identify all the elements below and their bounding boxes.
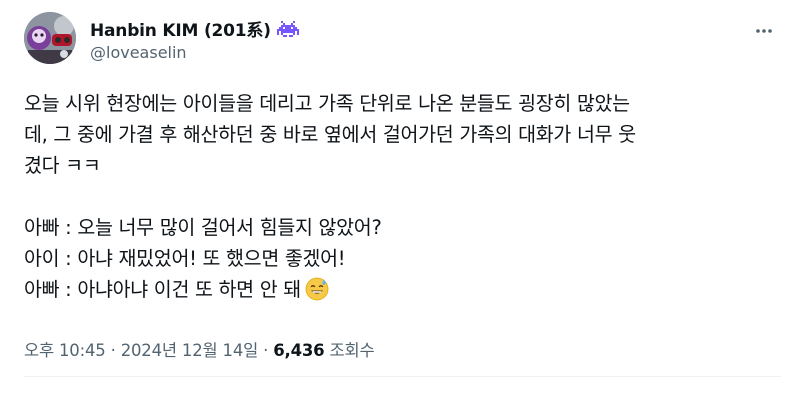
display-name[interactable]: Hanbin KIM (201系) [90, 16, 271, 41]
dialog-line-last: 아빠 : 아냐아냐 이건 또 하면 안 돼 [24, 274, 784, 310]
tweet-meta: 오후 10:45 · 2024년 12월 14일 · 6,436 조회수 [24, 337, 375, 361]
dialog-line: 아빠 : 오늘 너무 많이 걸어서 힘들지 않았어? [24, 216, 382, 239]
dialog-line-text: 아빠 : 아냐아냐 이건 또 하면 안 돼 [24, 278, 301, 301]
meta-separator: · [258, 341, 274, 360]
space-invader-icon[interactable] [276, 20, 299, 38]
tweet-line: 데, 그 중에 가결 후 해산하던 중 바로 옆에서 걸어가던 가족의 대화가 … [24, 123, 636, 146]
tweet: Hanbin KIM (201系) @loveaselin 오늘 시위 현장에는… [0, 0, 793, 403]
avatar-image [24, 12, 76, 64]
tweet-line: 겼다 ㅋㅋ [24, 154, 101, 177]
avatar[interactable] [24, 12, 76, 64]
author-name-row: Hanbin KIM (201系) [90, 16, 299, 41]
grinning-face-with-sweat-icon [305, 277, 329, 310]
tweet-line: 오늘 시위 현장에는 아이들을 데리고 가족 단위로 나온 분들도 굉장히 많았… [24, 92, 630, 115]
meta-separator: · [105, 341, 121, 360]
divider [24, 376, 781, 377]
tweet-time[interactable]: 오후 10:45 [24, 341, 106, 360]
tweet-text: 오늘 시위 현장에는 아이들을 데리고 가족 단위로 나온 분들도 굉장히 많았… [24, 88, 784, 310]
views-count[interactable]: 6,436 [273, 341, 324, 360]
user-handle[interactable]: @loveaselin [90, 43, 187, 62]
dialog-line: 아이 : 아냐 재밌었어! 또 했으면 좋겠어! [24, 247, 346, 270]
tweet-date[interactable]: 2024년 12월 14일 [121, 341, 259, 360]
views-label: 조회수 [324, 341, 375, 360]
more-options-icon[interactable] [747, 14, 781, 48]
